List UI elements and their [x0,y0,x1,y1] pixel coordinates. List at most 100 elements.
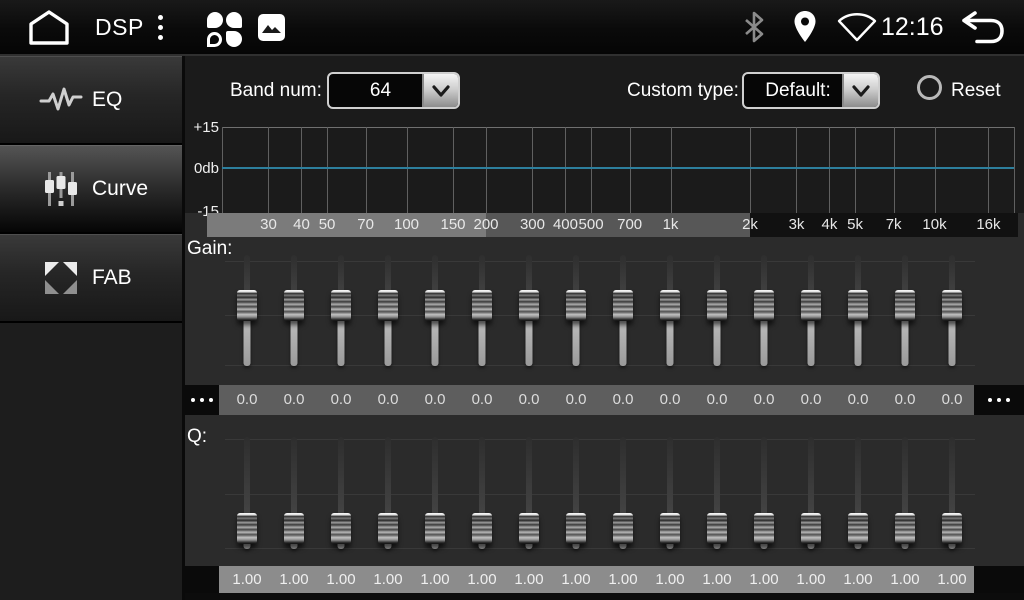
q-value: 1.00 [467,566,496,593]
gain-slider-knob[interactable] [848,290,868,321]
gain-slider-knob[interactable] [801,290,821,321]
gain-slider-knob[interactable] [378,290,398,321]
gridline [796,127,797,213]
gridline [565,127,566,213]
gain-slider-knob[interactable] [237,290,257,321]
q-slider-knob[interactable] [848,513,868,544]
gridline [486,127,487,213]
q-value: 1.00 [937,566,966,593]
gallery-button[interactable] [258,0,285,54]
q-slider-knob[interactable] [472,513,492,544]
frequency-scrollbar[interactable]: 304050701001502003004005007001k2k3k4k5k7… [185,213,1024,237]
reset-radio[interactable] [917,75,942,100]
overflow-menu-button[interactable] [158,0,163,54]
back-button[interactable] [955,0,1007,54]
gain-slider-knob[interactable] [472,290,492,321]
gain-slider-knob[interactable] [895,290,915,321]
home-icon [26,8,72,46]
band-num-dropdown[interactable]: 64 [327,72,460,109]
custom-type-label: Custom type: [627,80,739,102]
custom-type-dropdown-button[interactable] [842,74,878,107]
gain-value: 0.0 [237,385,258,415]
gain-value: 0.0 [895,385,916,415]
more-dots-icon [986,398,1013,402]
gridline [301,127,302,213]
gain-slider-knob[interactable] [660,290,680,321]
gridline [268,127,269,213]
bluetooth-status [741,0,767,54]
q-slider-knob[interactable] [895,513,915,544]
q-value: 1.00 [514,566,543,593]
q-values-strip: 1.001.001.001.001.001.001.001.001.001.00… [219,566,974,593]
freq-tick-label: 10k [922,213,946,237]
curve-panel: Band num: 64 Custom type: Default: Reset… [185,56,1024,600]
reset-label: Reset [951,80,1001,102]
q-slider-knob[interactable] [660,513,680,544]
gain-scroll-left-button[interactable] [185,385,219,415]
gridline [988,127,989,213]
gridline [894,127,895,213]
chevron-down-icon [851,84,871,98]
freq-tick-label: 500 [579,213,604,237]
sidebar-item-eq[interactable]: EQ [0,56,182,145]
y-axis-label-plus15: +15 [185,119,219,136]
sidebar-item-fab[interactable]: FAB [0,234,182,323]
gain-slider-knob[interactable] [425,290,445,321]
q-slider-knob[interactable] [425,513,445,544]
freq-tick-label: 400 [553,213,578,237]
gridline [829,127,830,213]
apps-clover-button[interactable] [207,0,247,56]
freq-tick-label: 3k [789,213,805,237]
q-value: 1.00 [608,566,637,593]
q-slider-knob[interactable] [801,513,821,544]
location-status [792,0,818,54]
q-value: 1.00 [890,566,919,593]
freq-tick-label: 2k [742,213,758,237]
home-button[interactable] [26,0,72,54]
q-slider-knob[interactable] [284,513,304,544]
q-slider-knob[interactable] [566,513,586,544]
fab-arrows-icon [38,258,84,298]
q-slider-knob[interactable] [754,513,774,544]
sidebar-item-curve[interactable]: Curve [0,145,182,234]
q-value: 1.00 [232,566,261,593]
gain-slider-knob[interactable] [942,290,962,321]
gain-slider-knob[interactable] [331,290,351,321]
apps-clover-icon [207,10,244,47]
gain-slider-knob[interactable] [613,290,633,321]
gridline [327,127,328,213]
clock: 12:16 [881,0,944,54]
sliders-icon [38,170,84,208]
freq-tick-label: 30 [260,213,277,237]
overflow-menu-icon [158,15,163,40]
q-value: 1.00 [279,566,308,593]
q-slider-knob[interactable] [237,513,257,544]
gain-scroll-right-button[interactable] [974,385,1024,415]
gain-slider-knob[interactable] [284,290,304,321]
custom-type-dropdown[interactable]: Default: [742,72,880,109]
sidebar: EQ Curve [0,56,185,600]
gain-slider-knob[interactable] [754,290,774,321]
eq-response-curve [222,167,1014,169]
gain-value: 0.0 [425,385,446,415]
gain-slider-knob[interactable] [519,290,539,321]
q-slider-knob[interactable] [331,513,351,544]
location-icon [792,9,818,45]
gridline [1014,127,1015,213]
freq-tick-label: 5k [847,213,863,237]
gain-slider-knob[interactable] [707,290,727,321]
back-icon [955,7,1007,47]
gridline [591,127,592,213]
q-slider-knob[interactable] [519,513,539,544]
q-value: 1.00 [843,566,872,593]
status-bar: DSP [0,0,1024,56]
q-slider-knob[interactable] [613,513,633,544]
q-slider-knob[interactable] [378,513,398,544]
graph-top-border [222,127,1014,128]
q-value: 1.00 [326,566,355,593]
q-slider-knob[interactable] [707,513,727,544]
sidebar-item-label: EQ [92,88,122,112]
gain-slider-knob[interactable] [566,290,586,321]
q-slider-knob[interactable] [942,513,962,544]
band-num-dropdown-button[interactable] [422,74,458,107]
